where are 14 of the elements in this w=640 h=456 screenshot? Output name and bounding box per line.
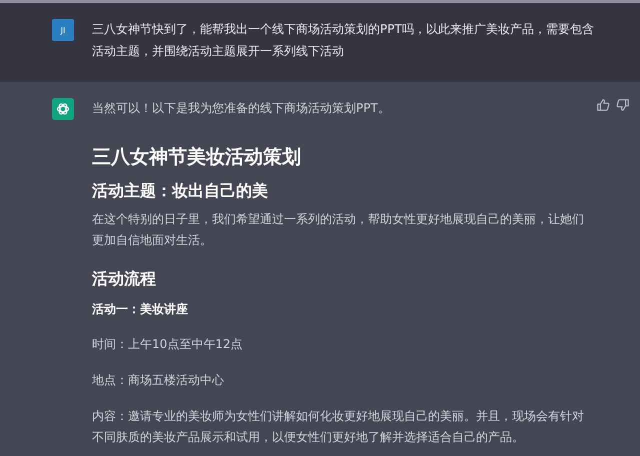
reply-paragraph: 地点：商场五楼活动中心	[92, 372, 225, 389]
assistant-avatar-icon	[52, 98, 74, 120]
reply-paragraph: 时间：上午10点至中午12点	[92, 336, 244, 353]
reply-paragraph: 在这个特别的日子里，我们希望通过一系列的活动，帮助女性更好地展现自己的美丽，让她们更加自信地面对生活。	[92, 211, 585, 249]
thumbs-down-icon[interactable]	[616, 98, 630, 112]
thumbs-up-icon[interactable]	[596, 98, 610, 112]
reply-subheading: 活动流程	[92, 268, 157, 290]
reply-intro: 当然可以！以下是我为您准备的线下商场活动策划PPT。	[92, 100, 391, 117]
reply-heading: 三八女神节美妆活动策划	[92, 145, 302, 170]
reply-paragraph: 内容：邀请专业的美妆师为女性们讲解如何化妆更好地展现自己的美丽。并且，现场会有针对不同肤质的美妆产品展示和试用，以便女性们更好地了解并选择适合自己的产品。	[92, 408, 585, 446]
user-avatar: JI	[52, 19, 74, 41]
user-message: 三八女神节快到了，能帮我出一个线下商场活动策划的PPT吗，以此来推广美妆产品，需要包含活动主题，并围绕活动主题展开一系列线下活动	[92, 21, 595, 60]
reply-subheading: 活动主题：妆出自己的美	[92, 180, 269, 202]
reply-bold-line: 活动一：美妆讲座	[92, 301, 189, 318]
